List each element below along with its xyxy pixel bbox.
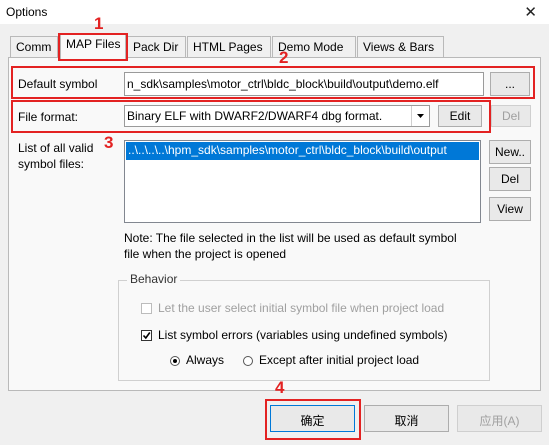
radio-dot-icon	[173, 359, 177, 363]
file-format-select[interactable]: Binary ELF with DWARF2/DWARF4 dbg format…	[124, 105, 430, 127]
annotation-number-1: 1	[94, 14, 104, 33]
browse-button[interactable]: ...	[490, 72, 530, 96]
del-format-button[interactable]: Del	[491, 105, 531, 127]
default-symbol-field[interactable]: n_sdk\samples\motor_ctrl\bldc_block\buil…	[124, 72, 484, 96]
except-after-radio[interactable]	[243, 356, 253, 366]
always-radio[interactable]	[170, 356, 180, 366]
dropdown-button[interactable]	[411, 106, 429, 126]
annotation-number-2: 2	[279, 48, 289, 67]
symbol-list-label-line2: symbol files:	[18, 157, 85, 171]
checkmark-icon	[142, 332, 151, 340]
list-symbol-errors-checkbox[interactable]	[141, 330, 152, 341]
let-user-select-checkbox[interactable]	[141, 303, 152, 314]
default-symbol-value: n_sdk\samples\motor_ctrl\bldc_block\buil…	[127, 77, 439, 91]
except-after-label: Except after initial project load	[259, 353, 420, 367]
cancel-button[interactable]: 取消	[364, 405, 449, 432]
view-button[interactable]: View	[489, 197, 531, 221]
annotation-number-3: 3	[104, 133, 114, 152]
note-line1: Note: The file selected in the list will…	[124, 231, 457, 245]
symbol-list-label-line1: List of all valid	[18, 141, 94, 155]
ok-button[interactable]: 确定	[270, 405, 355, 432]
note-line2: file when the project is opened	[124, 247, 287, 261]
apply-button[interactable]: 应用(A)	[457, 405, 542, 432]
always-label: Always	[186, 353, 225, 367]
arrow-down-icon	[417, 114, 424, 118]
file-format-value: Binary ELF with DWARF2/DWARF4 dbg format…	[127, 109, 383, 123]
symbol-file-list[interactable]: ..\..\..\..\hpm_sdk\samples\motor_ctrl\b…	[124, 140, 481, 223]
edit-button[interactable]: Edit	[438, 105, 482, 127]
let-user-select-label: Let the user select initial symbol file …	[158, 301, 445, 315]
list-item[interactable]: ..\..\..\..\hpm_sdk\samples\motor_ctrl\b…	[126, 142, 479, 160]
default-symbol-label: Default symbol	[18, 77, 98, 91]
del-list-button[interactable]: Del	[489, 167, 531, 191]
behavior-title: Behavior	[127, 272, 181, 286]
list-symbol-errors-label: List symbol errors (variables using unde…	[158, 328, 448, 342]
annotation-number-4: 4	[275, 378, 285, 397]
file-format-label: File format:	[18, 110, 79, 124]
new-button[interactable]: New..	[489, 140, 531, 164]
